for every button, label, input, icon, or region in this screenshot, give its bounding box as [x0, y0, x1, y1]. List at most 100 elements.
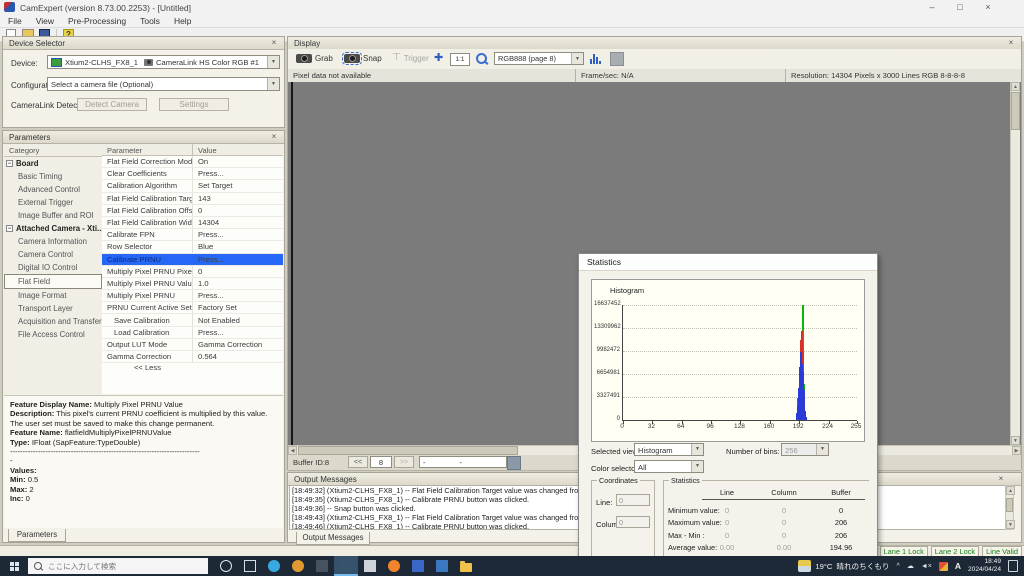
maximize-button[interactable]: □ [946, 0, 974, 15]
cortana-taskbar-button[interactable] [214, 556, 238, 576]
column-input[interactable]: 0 [616, 516, 650, 528]
color-selector-dropdown[interactable]: All ▼ [634, 460, 704, 473]
configuration-dropdown[interactable]: Select a camera file (Optional) ▼ [47, 77, 280, 91]
settings-button[interactable]: Settings [159, 98, 229, 111]
previous-buffer-button[interactable]: << [348, 456, 368, 468]
parameter-row[interactable]: Flat Field Calibration Target 143 [102, 193, 283, 205]
pixel-format-dropdown[interactable]: RGB888 (page 8) ▼ [494, 52, 584, 65]
volume-muted-icon[interactable]: ◄× [921, 563, 932, 570]
tab-output-messages[interactable]: Output Messages [296, 532, 370, 545]
messages-scrollbar[interactable]: ▲ ▼ [1005, 485, 1014, 530]
category-item[interactable]: − Board [4, 157, 102, 170]
parameter-row[interactable]: Row Selector Blue [102, 241, 283, 253]
edge-browser-taskbar-button[interactable] [262, 556, 286, 576]
paint-app-taskbar-button[interactable] [406, 556, 430, 576]
menu-item[interactable]: View [36, 16, 54, 26]
category-item[interactable]: − Attached Camera - Xti... [4, 222, 102, 235]
start-button[interactable] [0, 556, 28, 576]
line-input[interactable]: 0 [616, 494, 650, 506]
category-item[interactable]: − Camera Control [4, 248, 102, 261]
category-item[interactable]: − Camera Information [4, 235, 102, 248]
ime-indicator[interactable]: A [955, 561, 961, 571]
parameter-row[interactable]: PRNU Current Active Set Factory Set [102, 302, 283, 314]
messages-scroll-thumb[interactable] [1006, 498, 1013, 512]
category-item[interactable]: − Transport Layer [4, 302, 102, 315]
file-explorer-taskbar-button[interactable] [454, 556, 478, 576]
scroll-up-icon[interactable]: ▲ [1011, 82, 1020, 91]
notepad-app-taskbar-button[interactable] [358, 556, 382, 576]
parameter-row[interactable]: Flat Field Calibration Offset X 0 [102, 205, 283, 217]
chevron-up-icon[interactable]: ^ [897, 563, 900, 570]
security-shield-icon[interactable] [939, 562, 948, 571]
show-less-button[interactable]: << Less [102, 363, 193, 374]
onedrive-icon[interactable]: ☁ [907, 562, 914, 570]
chevron-down-icon[interactable]: ▼ [571, 53, 583, 64]
parameter-row[interactable]: Multiply Pixel PRNU Press... [102, 290, 283, 302]
category-item[interactable]: − Image Buffer and ROI [4, 209, 102, 222]
parameters-close-icon[interactable]: × [269, 132, 279, 142]
menu-item[interactable]: Pre-Processing [68, 16, 126, 26]
minimize-button[interactable]: – [918, 0, 946, 15]
parameter-row[interactable]: Output LUT Mode Gamma Correction [102, 339, 283, 351]
category-item[interactable]: − Flat Field [4, 274, 102, 289]
scroll-down-icon[interactable]: ▼ [1006, 520, 1015, 529]
device-dropdown[interactable]: Xtium2-CLHS_FX8_1 CameraLink HS Color RG… [47, 55, 280, 69]
parameter-row[interactable]: Save Calibration Not Enabled [102, 314, 283, 326]
scroll-up-icon[interactable]: ▲ [1006, 486, 1015, 495]
buffer-slider[interactable]: -- [419, 456, 507, 468]
scroll-right-icon[interactable]: ▶ [1012, 446, 1021, 455]
category-item[interactable]: − Acquisition and Transfer C... [4, 315, 102, 328]
parameter-row[interactable]: Multiply Pixel PRNU Value 1.0 [102, 278, 283, 290]
close-button[interactable]: × [974, 0, 1002, 15]
parameter-row[interactable]: Load Calibration Press... [102, 327, 283, 339]
device-selector-close-icon[interactable]: × [269, 38, 279, 48]
tree-collapse-icon[interactable]: − [6, 160, 13, 167]
chevron-down-icon[interactable]: ▼ [691, 461, 703, 472]
notification-center-icon[interactable] [1008, 560, 1018, 572]
parameter-row[interactable]: Gamma Correction 0.564 [102, 351, 283, 363]
zoom-button[interactable] [476, 53, 487, 64]
display-close-icon[interactable]: × [1006, 38, 1016, 48]
output-messages-close-icon[interactable]: × [996, 474, 1006, 484]
histogram-button[interactable] [590, 53, 601, 64]
one-to-one-button[interactable]: 1:1 [450, 53, 470, 66]
buffer-index-input[interactable]: 8 [370, 456, 392, 468]
compass-app-taskbar-button[interactable] [286, 556, 310, 576]
fit-to-screen-button[interactable]: ✚ [434, 53, 443, 64]
buffer-slider-thumb[interactable] [507, 456, 521, 470]
chevron-down-icon[interactable]: ▼ [267, 78, 279, 90]
parameter-row[interactable]: Flat Field Correction Mode On [102, 156, 283, 168]
task-view-taskbar-button[interactable] [238, 556, 262, 576]
category-item[interactable]: − Image Format [4, 289, 102, 302]
parameter-row[interactable]: Flat Field Calibration Width 14304 [102, 217, 283, 229]
weather-widget[interactable]: 19°C 晴れのちくもり [798, 560, 889, 572]
menu-item[interactable]: File [8, 16, 22, 26]
snap-button[interactable]: Snap [344, 54, 382, 63]
tab-parameters[interactable]: Parameters [8, 529, 66, 542]
taskbar-search[interactable] [28, 558, 208, 574]
category-item[interactable]: − Digital IO Control [4, 261, 102, 274]
stop-button[interactable] [610, 52, 624, 66]
calculator-app-taskbar-button[interactable] [430, 556, 454, 576]
trigger-button[interactable]: ⊤ Trigger [392, 53, 429, 63]
next-buffer-button[interactable]: >> [394, 456, 414, 468]
taskbar-clock[interactable]: 18:49 2024/04/24 [968, 558, 1001, 574]
parameter-row[interactable]: Multiply Pixel PRNU Pixel 0 [102, 266, 283, 278]
chevron-down-icon[interactable]: ▼ [691, 444, 703, 455]
tree-collapse-icon[interactable]: − [6, 225, 13, 232]
number-of-bins-dropdown[interactable]: 256 ▼ [781, 443, 829, 456]
parameter-row[interactable]: Calibration Algorithm Set Target [102, 180, 283, 192]
vertical-scroll-thumb[interactable] [1011, 92, 1020, 130]
menu-item[interactable]: Help [174, 16, 191, 26]
parameter-row[interactable]: Calibrate PRNU Press... [102, 254, 283, 266]
horizontal-scroll-thumb[interactable] [298, 446, 518, 455]
vertical-scrollbar[interactable]: ▲ ▼ [1010, 82, 1020, 445]
category-item[interactable]: − Advanced Control [4, 183, 102, 196]
menu-item[interactable]: Tools [140, 16, 160, 26]
category-item[interactable]: − File Access Control [4, 328, 102, 341]
camexpert-taskbar-button[interactable] [334, 556, 358, 576]
firefox-browser-taskbar-button[interactable] [382, 556, 406, 576]
statistics-dialog-titlebar[interactable]: Statistics [579, 254, 877, 271]
category-item[interactable]: − Basic Timing [4, 170, 102, 183]
chevron-down-icon[interactable]: ▼ [816, 444, 828, 455]
